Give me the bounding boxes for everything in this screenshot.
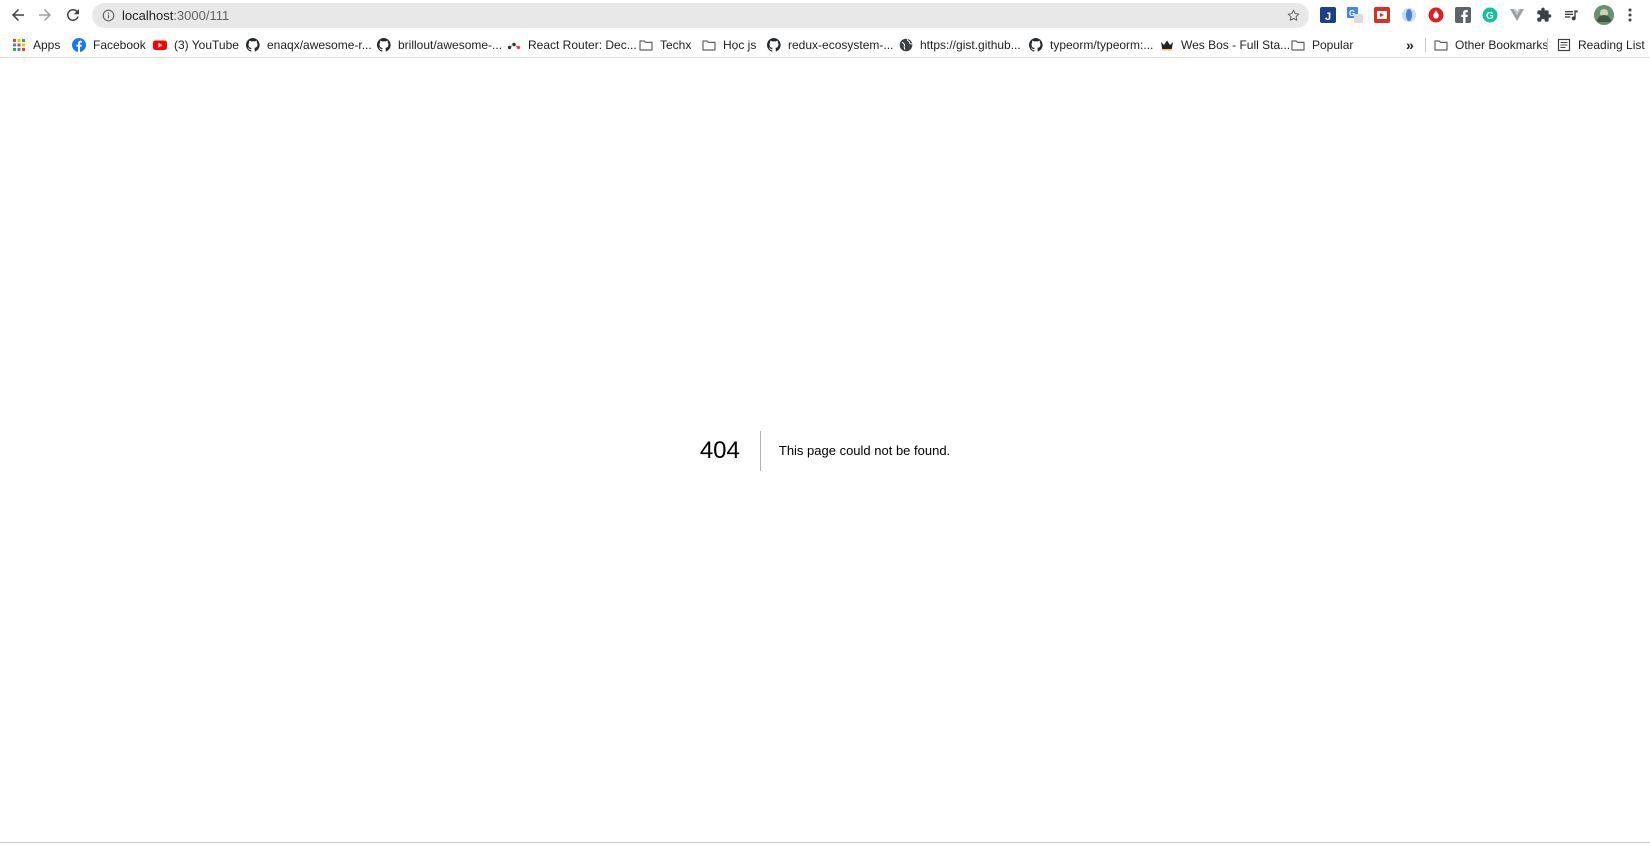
apps-grid-icon — [12, 38, 26, 52]
youtube-icon — [153, 38, 167, 52]
github-icon — [1029, 38, 1043, 52]
bookmark-folder-popular[interactable]: Popular — [1291, 35, 1353, 55]
media-controls-icon[interactable] — [1563, 7, 1579, 23]
facebook-square-extension-icon[interactable] — [1455, 7, 1471, 23]
info-icon[interactable] — [102, 9, 115, 22]
react-router-icon — [507, 38, 521, 52]
bookmark-label: redux-ecosystem-... — [788, 38, 894, 52]
url-path: :3000/111 — [173, 8, 230, 23]
bookmark-brillout[interactable]: brillout/awesome-... — [377, 35, 502, 55]
error-code: 404 — [700, 431, 761, 471]
bookmarks-bar: Apps Facebook (3) YouTube enaqx/awesome-… — [0, 31, 1650, 58]
arrow-left-icon — [12, 9, 24, 21]
bookmarks-overflow-button[interactable]: » — [1406, 35, 1414, 55]
chrome-menu-icon[interactable] — [1622, 7, 1638, 23]
bookmark-folder-hoc-js[interactable]: Học js — [702, 35, 756, 55]
folder-icon — [639, 38, 653, 52]
folder-icon — [1291, 38, 1305, 52]
red-drop-extension-icon[interactable] — [1428, 7, 1444, 23]
google-translate-extension-icon[interactable]: G — [1347, 7, 1363, 23]
bookmarks-divider — [1547, 38, 1548, 52]
bookmark-label: Wes Bos - Full Sta... — [1181, 38, 1291, 52]
bookmark-apps[interactable]: Apps — [12, 35, 60, 55]
bookmark-label: Other Bookmarks — [1455, 38, 1549, 52]
bookmark-folder-techx[interactable]: Techx — [639, 35, 691, 55]
bookmark-typeorm[interactable]: typeorm/typeorm:... — [1029, 35, 1153, 55]
bookmark-enaqx[interactable]: enaqx/awesome-r... — [246, 35, 372, 55]
reload-button[interactable] — [60, 2, 86, 28]
not-found-container: 404 This page could not be found. — [0, 431, 1650, 471]
bookmark-label: (3) YouTube — [174, 38, 239, 52]
bookmark-react-router[interactable]: React Router: Dec... — [507, 35, 637, 55]
bookmark-facebook[interactable]: Facebook — [72, 35, 146, 55]
github-icon — [767, 38, 781, 52]
back-button[interactable] — [5, 2, 31, 28]
error-message: This page could not be found. — [778, 443, 951, 458]
bookmark-label: Reading List — [1578, 38, 1645, 52]
svg-text:G: G — [1486, 11, 1494, 22]
facebook-icon — [72, 38, 86, 52]
reading-list-icon — [1557, 38, 1571, 52]
bookmark-label: brillout/awesome-... — [398, 38, 503, 52]
bookmark-gist[interactable]: https://gist.github... — [899, 35, 1021, 55]
grammarly-extension-icon[interactable]: G — [1482, 7, 1498, 23]
github-icon — [246, 38, 260, 52]
bookmark-label: Học js — [723, 38, 757, 52]
forward-button[interactable] — [32, 2, 58, 28]
bookmark-label: React Router: Dec... — [528, 38, 637, 52]
bookmark-youtube[interactable]: (3) YouTube — [153, 35, 239, 55]
reading-list-button[interactable]: Reading List — [1557, 35, 1645, 55]
bookmark-label: https://gist.github... — [920, 38, 1021, 52]
bookmark-label: Apps — [33, 38, 61, 52]
bookmark-label: Popular — [1312, 38, 1354, 52]
globe-icon — [899, 38, 913, 52]
url-text[interactable]: localhost:3000/111 — [122, 3, 229, 28]
extensions-puzzle-icon[interactable] — [1536, 7, 1552, 23]
bookmark-redux-ecosystem[interactable]: redux-ecosystem-... — [767, 35, 893, 55]
bookmark-label: Facebook — [93, 38, 146, 52]
arrow-right-icon — [39, 9, 51, 21]
chevron-double-right-icon: » — [1406, 37, 1414, 53]
blue-shield-extension-icon[interactable] — [1401, 7, 1417, 23]
bookmarks-divider — [1425, 38, 1426, 52]
svg-text:J: J — [1325, 11, 1331, 23]
page-content: 404 This page could not be found. — [0, 59, 1650, 842]
browser-toolbar: localhost:3000/111 J G G — [0, 0, 1650, 31]
other-bookmarks-folder[interactable]: Other Bookmarks — [1434, 35, 1548, 55]
bookmark-label: Techx — [660, 38, 692, 52]
bookmark-wes-bos[interactable]: Wes Bos - Full Sta... — [1160, 35, 1290, 55]
bookmark-star-icon[interactable] — [1286, 8, 1301, 23]
folder-icon — [1434, 38, 1448, 52]
vue-devtools-extension-icon[interactable] — [1509, 7, 1525, 23]
folder-icon — [702, 38, 716, 52]
window-bottom-border — [0, 842, 1650, 843]
profile-avatar[interactable] — [1594, 5, 1614, 25]
address-bar[interactable]: localhost:3000/111 — [92, 3, 1309, 28]
bookmark-label: typeorm/typeorm:... — [1050, 38, 1154, 52]
jira-extension-icon[interactable]: J — [1320, 7, 1336, 23]
url-host: localhost — [122, 8, 174, 23]
red-video-extension-icon[interactable] — [1374, 7, 1390, 23]
crown-icon — [1160, 38, 1174, 52]
bookmark-label: enaqx/awesome-r... — [267, 38, 372, 52]
reload-icon — [66, 8, 79, 21]
github-icon — [377, 38, 391, 52]
